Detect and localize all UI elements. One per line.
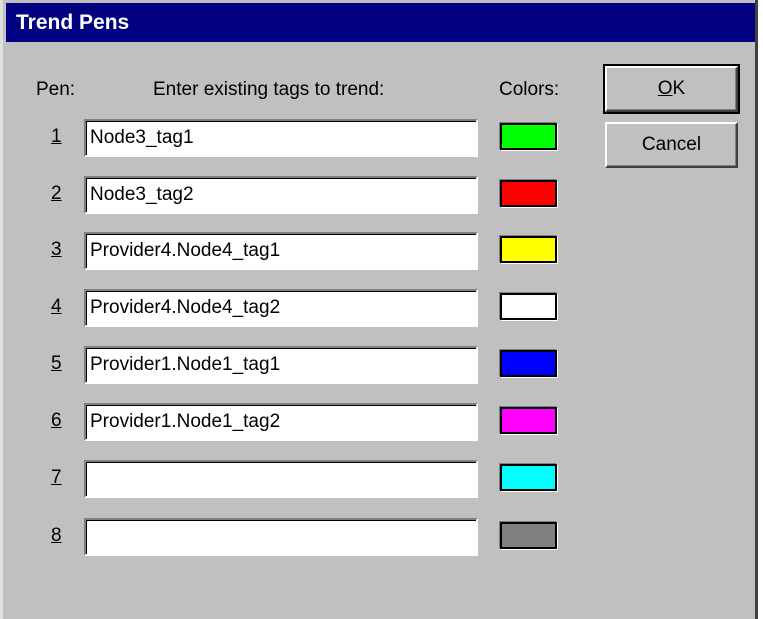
pen-color-swatch-5[interactable] — [500, 350, 557, 377]
pen-number-3: 3 — [51, 239, 62, 260]
pen-tag-input-3[interactable]: Provider4.Node4_tag1 — [84, 232, 478, 270]
ok-button[interactable]: OK — [603, 64, 740, 114]
pen-color-swatch-4[interactable] — [500, 293, 557, 320]
pen-tag-input-7[interactable] — [84, 460, 478, 498]
pen-color-swatch-3[interactable] — [500, 236, 557, 263]
cancel-button[interactable]: Cancel — [605, 122, 738, 168]
pen-color-swatch-7[interactable] — [500, 464, 557, 491]
pen-tag-input-6[interactable]: Provider1.Node1_tag2 — [84, 403, 478, 441]
pen-color-swatch-6[interactable] — [500, 407, 557, 434]
pen-number-6: 6 — [51, 410, 62, 431]
pen-color-swatch-2[interactable] — [500, 180, 557, 207]
pen-tag-input-2[interactable]: Node3_tag2 — [84, 176, 478, 214]
pen-color-swatch-1[interactable] — [500, 123, 557, 150]
pen-number-8: 8 — [51, 525, 62, 546]
pen-tag-input-1[interactable]: Node3_tag1 — [84, 119, 478, 157]
pen-tag-input-5[interactable]: Provider1.Node1_tag1 — [84, 346, 478, 384]
pen-header: Pen: — [36, 79, 76, 100]
trend-pens-dialog: Trend Pens Pen: Enter existing tags to t… — [0, 0, 758, 619]
pen-tag-input-4[interactable]: Provider4.Node4_tag2 — [84, 289, 478, 327]
pen-number-4: 4 — [51, 296, 62, 317]
colors-header: Colors: — [499, 79, 560, 100]
pen-number-7: 7 — [51, 467, 62, 488]
pen-color-swatch-8[interactable] — [500, 522, 557, 549]
pen-number-5: 5 — [51, 353, 62, 374]
pen-tag-input-8[interactable] — [84, 518, 478, 556]
tags-header: Enter existing tags to trend: — [153, 79, 385, 100]
dialog-title: Trend Pens — [6, 3, 755, 42]
pen-number-2: 2 — [51, 183, 62, 204]
pen-number-1: 1 — [51, 126, 62, 147]
